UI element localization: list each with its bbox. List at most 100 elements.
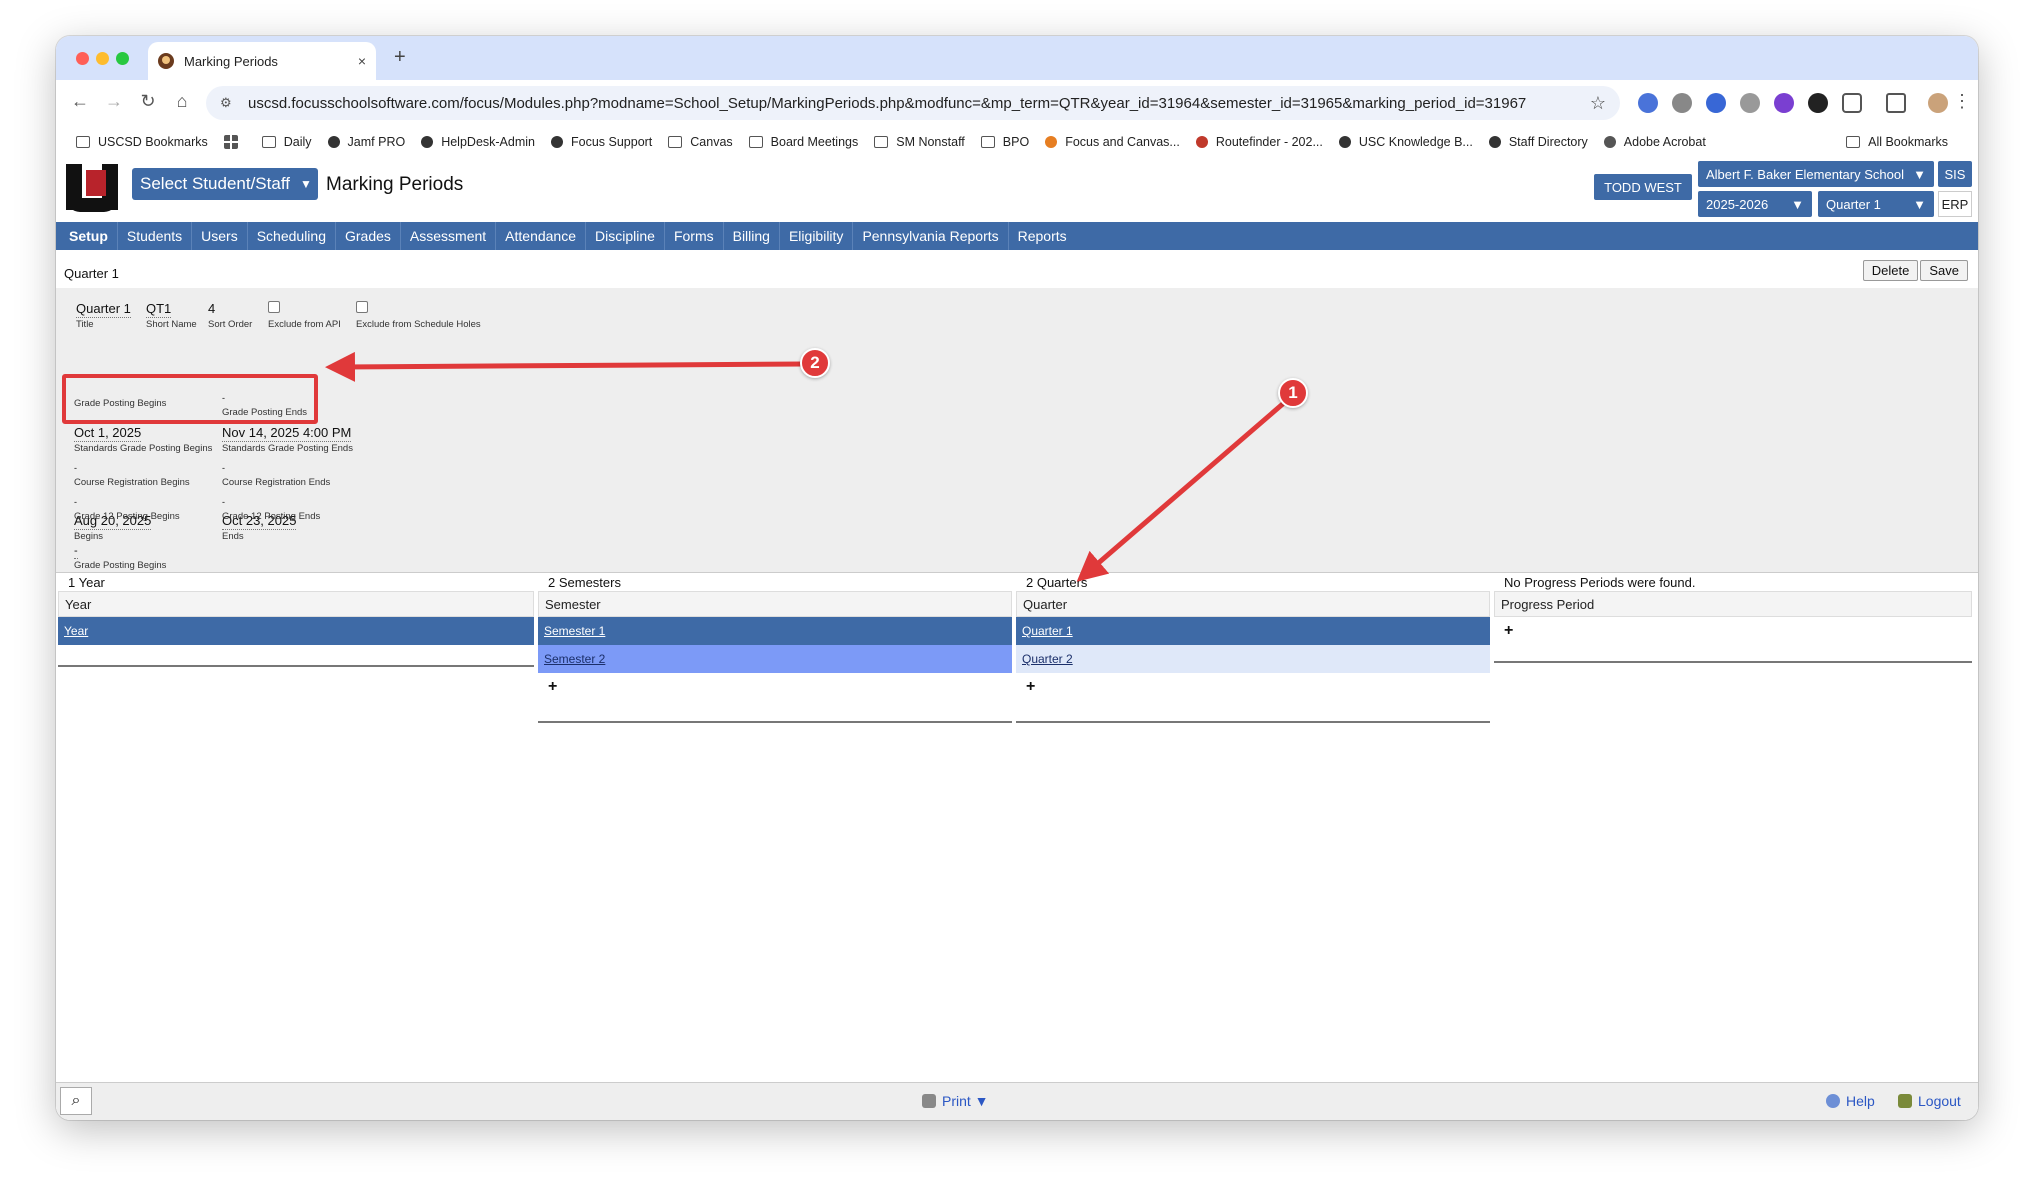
course-registration-begins-field[interactable]: - Course Registration Begins bbox=[74, 458, 190, 488]
menu-students[interactable]: Students bbox=[118, 222, 193, 250]
standards-grade-posting-begins-field[interactable]: Oct 1, 2025 Standards Grade Posting Begin… bbox=[74, 424, 212, 454]
grade-posting-ends-field[interactable]: - Grade Posting Ends bbox=[222, 388, 307, 418]
all-bookmarks[interactable]: All Bookmarks bbox=[1846, 135, 1948, 149]
menu-forms[interactable]: Forms bbox=[665, 222, 724, 250]
list-item[interactable]: Semester 1 bbox=[538, 617, 1012, 645]
bookmark-item[interactable]: Routefinder - 202... bbox=[1195, 135, 1323, 149]
extension-icon[interactable] bbox=[1774, 93, 1794, 113]
grade12-posting-begins-field[interactable]: - Grade 12 Posting Begins bbox=[74, 492, 180, 522]
grade-posting-begins-field[interactable]: Grade Posting Begins bbox=[74, 397, 166, 409]
forward-icon[interactable]: → bbox=[102, 91, 126, 112]
menu-users[interactable]: Users bbox=[192, 222, 248, 250]
maximize-window-button[interactable] bbox=[116, 52, 129, 65]
bookmark-item[interactable]: USC Knowledge B... bbox=[1338, 135, 1473, 149]
extensions-puzzle-icon[interactable] bbox=[1842, 93, 1862, 113]
checkbox[interactable] bbox=[356, 301, 368, 313]
back-icon[interactable]: ← bbox=[68, 91, 92, 112]
jamf-icon bbox=[327, 136, 340, 148]
school-select[interactable]: Albert F. Baker Elementary School ▼ bbox=[1698, 161, 1934, 187]
extension-icon[interactable] bbox=[1638, 93, 1658, 113]
erp-button[interactable]: ERP bbox=[1938, 191, 1972, 217]
profile-avatar[interactable] bbox=[1928, 93, 1948, 113]
sis-button[interactable]: SIS bbox=[1938, 161, 1972, 187]
menu-billing[interactable]: Billing bbox=[724, 222, 780, 250]
page-title: Marking Periods bbox=[326, 174, 464, 195]
menu-assessment[interactable]: Assessment bbox=[401, 222, 497, 250]
browser-toolbar: ← → ↻ ⌂ ⚙ uscsd.focusschoolsoftware.com/… bbox=[56, 80, 1978, 126]
menu-discipline[interactable]: Discipline bbox=[586, 222, 665, 250]
short-name-field[interactable]: QT1 Short Name bbox=[146, 300, 197, 330]
url-text: uscsd.focusschoolsoftware.com/focus/Modu… bbox=[248, 94, 1527, 112]
year-select[interactable]: 2025-2026 ▼ bbox=[1698, 191, 1812, 217]
bookmark-item[interactable]: Canvas bbox=[668, 135, 733, 149]
menu-pennsylvania-reports[interactable]: Pennsylvania Reports bbox=[853, 222, 1009, 250]
list-item[interactable]: Quarter 2 bbox=[1016, 645, 1490, 673]
bookmark-item[interactable]: Adobe Acrobat bbox=[1603, 135, 1706, 149]
browser-window: Marking Periods × + ← → ↻ ⌂ ⚙ uscsd.focu… bbox=[56, 36, 1978, 1120]
grade12-posting-ends-field[interactable]: - Grade 12 Posting Ends bbox=[222, 492, 320, 522]
extension-icon[interactable] bbox=[1706, 93, 1726, 113]
caret-down-icon: ▼ bbox=[1913, 166, 1926, 182]
exclude-from-api-checkbox[interactable]: Exclude from API bbox=[268, 300, 341, 330]
bookmark-item[interactable]: SM Nonstaff bbox=[874, 135, 965, 149]
bookmark-item[interactable]: Focus Support bbox=[550, 135, 652, 149]
logout-link[interactable]: Logout bbox=[1898, 1093, 1961, 1109]
close-window-button[interactable] bbox=[76, 52, 89, 65]
bookmark-item[interactable]: Daily bbox=[261, 135, 312, 149]
bookmark-star-icon[interactable]: ☆ bbox=[1590, 93, 1606, 114]
acrobat-icon bbox=[1603, 136, 1616, 148]
menu-reports[interactable]: Reports bbox=[1009, 222, 1076, 250]
menu-setup[interactable]: Setup bbox=[60, 222, 118, 250]
site-settings-icon[interactable]: ⚙ bbox=[220, 95, 236, 111]
user-button[interactable]: TODD WEST bbox=[1594, 174, 1692, 200]
search-icon[interactable]: ⌕ bbox=[60, 1087, 92, 1115]
bookmark-item[interactable]: Staff Directory bbox=[1488, 135, 1588, 149]
browser-tab[interactable]: Marking Periods × bbox=[148, 42, 376, 80]
apps-grid[interactable] bbox=[223, 135, 246, 149]
checkbox[interactable] bbox=[268, 301, 280, 313]
tab-close-icon[interactable]: × bbox=[358, 53, 366, 69]
exclude-schedule-holes-checkbox[interactable]: Exclude from Schedule Holes bbox=[356, 300, 481, 330]
bookmark-item[interactable]: Board Meetings bbox=[748, 135, 858, 149]
add-progress-period-button[interactable]: + bbox=[1494, 617, 1972, 645]
tab-search-icon[interactable] bbox=[1886, 93, 1906, 113]
reload-icon[interactable]: ↻ bbox=[136, 91, 160, 112]
standards-grade-posting-ends-field[interactable]: Nov 14, 2025 4:00 PM Standards Grade Post… bbox=[222, 424, 353, 454]
tab-title: Marking Periods bbox=[184, 53, 278, 69]
title-field[interactable]: Quarter 1 Title bbox=[76, 300, 131, 330]
select-student-staff-button[interactable]: Select Student/Staff ▼ bbox=[132, 168, 318, 200]
save-button[interactable]: Save bbox=[1920, 260, 1968, 281]
sort-order-field[interactable]: 4 Sort Order bbox=[208, 300, 252, 330]
menu-eligibility[interactable]: Eligibility bbox=[780, 222, 854, 250]
bookmark-item[interactable]: HelpDesk-Admin bbox=[421, 135, 535, 149]
home-icon[interactable]: ⌂ bbox=[170, 91, 194, 112]
delete-button[interactable]: Delete bbox=[1862, 260, 1919, 281]
course-registration-ends-field[interactable]: - Course Registration Ends bbox=[222, 458, 330, 488]
quarter-select[interactable]: Quarter 1 ▼ bbox=[1818, 191, 1934, 217]
menu-scheduling[interactable]: Scheduling bbox=[248, 222, 336, 250]
camera-icon[interactable] bbox=[1740, 93, 1760, 113]
new-tab-button[interactable]: + bbox=[394, 46, 406, 69]
menu-grades[interactable]: Grades bbox=[336, 222, 401, 250]
semesters-column: 2 Semesters Semester Semester 1 Semester… bbox=[538, 573, 1012, 723]
print-link[interactable]: Print ▼ bbox=[922, 1093, 989, 1109]
add-semester-button[interactable]: + bbox=[538, 673, 1012, 701]
menu-kebab-icon[interactable]: ⋮ bbox=[1950, 91, 1974, 112]
form-actions: Delete Save bbox=[1862, 260, 1968, 281]
bookmark-item[interactable]: Jamf PRO bbox=[327, 135, 405, 149]
list-item[interactable]: Semester 2 bbox=[538, 645, 1012, 673]
menu-attendance[interactable]: Attendance bbox=[496, 222, 587, 250]
list-item[interactable]: Year bbox=[58, 617, 534, 645]
paw-icon bbox=[421, 136, 434, 148]
bookmark-item[interactable]: Focus and Canvas... bbox=[1045, 135, 1180, 149]
add-quarter-button[interactable]: + bbox=[1016, 673, 1490, 701]
extension-icon[interactable] bbox=[1672, 93, 1692, 113]
list-item[interactable]: Quarter 1 bbox=[1016, 617, 1490, 645]
extension-icon[interactable] bbox=[1808, 93, 1828, 113]
bookmark-item[interactable]: BPO bbox=[980, 135, 1029, 149]
bookmark-item[interactable]: USCSD Bookmarks bbox=[76, 135, 208, 149]
help-link[interactable]: Help bbox=[1826, 1093, 1875, 1109]
address-bar[interactable]: ⚙ uscsd.focusschoolsoftware.com/focus/Mo… bbox=[206, 86, 1620, 120]
grade-posting-begins-field[interactable]: - Grade Posting Begins bbox=[74, 541, 166, 571]
minimize-window-button[interactable] bbox=[96, 52, 109, 65]
